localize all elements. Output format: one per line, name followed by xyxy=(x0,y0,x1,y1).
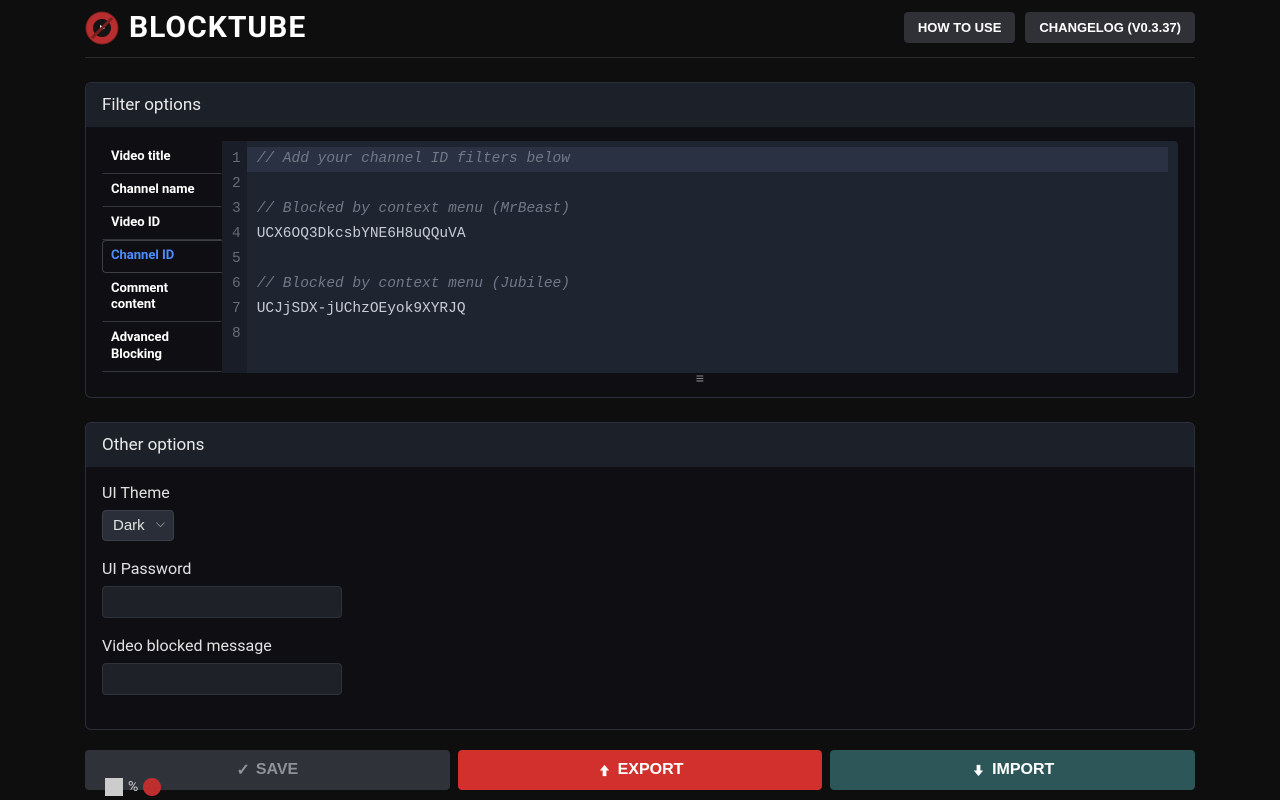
line-number: 7 xyxy=(232,297,241,322)
line-number: 1 xyxy=(232,147,241,172)
code-line[interactable]: UCX6OQ3DkcsbYNE6H8uQQuVA xyxy=(257,222,1168,247)
import-button[interactable]: IMPORT xyxy=(830,750,1195,790)
code-line[interactable] xyxy=(257,322,1168,347)
import-button-label: IMPORT xyxy=(992,761,1054,779)
code-line[interactable]: // Blocked by context menu (Jubilee) xyxy=(257,272,1168,297)
video-blocked-message-input[interactable] xyxy=(102,663,342,695)
line-number: 5 xyxy=(232,247,241,272)
editor-code[interactable]: // Add your channel ID filters below // B… xyxy=(247,141,1178,373)
fragment-red-circle-icon xyxy=(143,778,161,796)
export-button[interactable]: EXPORT xyxy=(458,750,823,790)
export-button-label: EXPORT xyxy=(618,761,684,779)
editor-resize-handle-icon[interactable]: ≡ xyxy=(222,373,1178,387)
partial-row-fragment: % xyxy=(105,778,161,796)
code-editor[interactable]: 12345678 // Add your channel ID filters … xyxy=(222,141,1178,373)
filter-tab[interactable]: Advanced Blocking xyxy=(102,322,222,372)
filter-options-panel: Filter options Video titleChannel nameVi… xyxy=(85,82,1195,398)
filter-tab[interactable]: Channel name xyxy=(102,174,222,207)
other-options-panel: Other options UI Theme Dark UI Password … xyxy=(85,422,1195,730)
code-line[interactable]: // Blocked by context menu (MrBeast) xyxy=(257,197,1168,222)
code-line[interactable]: // Add your channel ID filters below xyxy=(247,147,1168,172)
download-icon xyxy=(971,763,986,778)
line-number: 6 xyxy=(232,272,241,297)
action-bar: ✓ SAVE EXPORT IMPORT xyxy=(85,750,1195,790)
blocktube-logo-icon xyxy=(85,11,119,45)
filter-options-title: Filter options xyxy=(86,83,1194,127)
other-options-title: Other options xyxy=(86,423,1194,467)
line-number: 4 xyxy=(232,222,241,247)
header-buttons: HOW TO USE CHANGELOG (V0.3.37) xyxy=(904,12,1195,43)
code-line[interactable] xyxy=(257,172,1168,197)
ui-password-input[interactable] xyxy=(102,586,342,618)
ui-theme-label: UI Theme xyxy=(102,483,1178,502)
how-to-use-button[interactable]: HOW TO USE xyxy=(904,12,1016,43)
fragment-percent: % xyxy=(128,779,138,795)
save-button-label: SAVE xyxy=(256,761,298,779)
app-header: BLOCKTUBE HOW TO USE CHANGELOG (V0.3.37) xyxy=(85,10,1195,58)
line-number: 8 xyxy=(232,322,241,347)
filter-tabs: Video titleChannel nameVideo IDChannel I… xyxy=(102,141,222,373)
ui-password-label: UI Password xyxy=(102,559,1178,578)
code-line[interactable] xyxy=(257,247,1168,272)
upload-icon xyxy=(597,763,612,778)
filter-tab[interactable]: Video title xyxy=(102,141,222,174)
check-icon: ✓ xyxy=(236,760,249,780)
brand-name: BLOCKTUBE xyxy=(129,10,306,45)
editor-gutter: 12345678 xyxy=(222,141,247,373)
code-line[interactable]: UCJjSDX-jUChzOEyok9XYRJQ xyxy=(257,297,1168,322)
filter-tab[interactable]: Channel ID xyxy=(102,240,222,273)
line-number: 3 xyxy=(232,197,241,222)
filter-tab[interactable]: Comment content xyxy=(102,273,222,323)
line-number: 2 xyxy=(232,172,241,197)
fragment-box-icon xyxy=(105,778,123,796)
ui-theme-select[interactable]: Dark xyxy=(102,510,174,541)
filter-tab[interactable]: Video ID xyxy=(102,207,222,240)
changelog-button[interactable]: CHANGELOG (V0.3.37) xyxy=(1025,12,1195,43)
brand: BLOCKTUBE xyxy=(85,10,306,45)
video-blocked-message-label: Video blocked message xyxy=(102,636,1178,655)
